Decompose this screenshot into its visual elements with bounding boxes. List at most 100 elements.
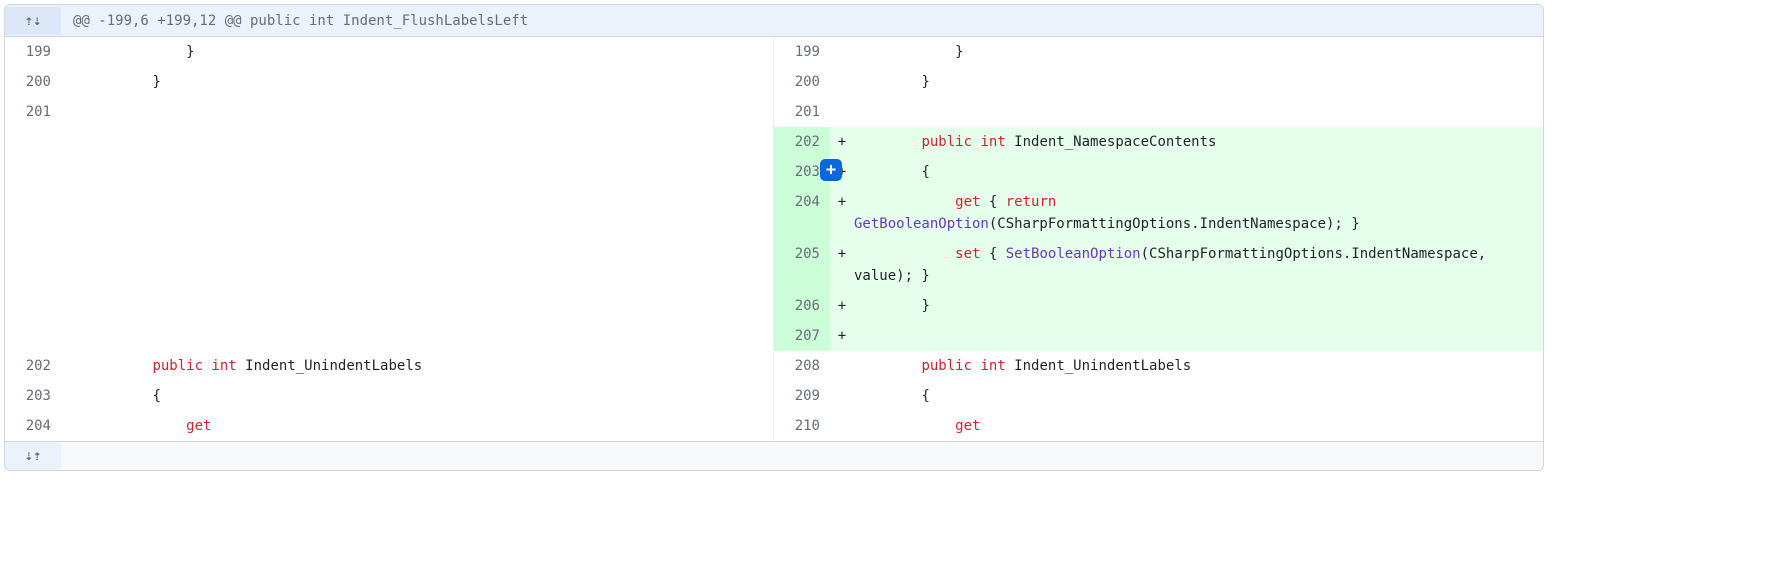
line-number-left[interactable] [5,157,61,187]
diff-marker [830,411,854,441]
left-side: 200 } [5,67,774,97]
line-number-right[interactable]: 202 [774,127,830,157]
diff-marker [830,67,854,97]
left-side [5,127,774,157]
right-side: 207+ [774,321,1543,351]
line-number-left[interactable]: 200 [5,67,61,97]
diff-row: 200 }200 } [5,67,1543,97]
line-number-left[interactable]: 199 [5,37,61,67]
code-content [854,97,1543,127]
code-content [85,239,773,291]
diff-row: 204 get210 get [5,411,1543,441]
code-content [85,127,773,157]
diff-container: ⇡⇣ @@ -199,6 +199,12 @@ public int Inden… [4,4,1544,471]
code-content: } [854,67,1543,97]
diff-marker [61,67,85,97]
code-content [854,321,1543,351]
code-content: public int Indent_UnindentLabels [854,351,1543,381]
diff-marker: + [830,239,854,291]
code-content: { [85,381,773,411]
line-number-left[interactable]: 203 [5,381,61,411]
code-content: set { SetBooleanOption(CSharpFormattingO… [854,239,1543,291]
diff-row: 203 {209 { [5,381,1543,411]
diff-marker [830,351,854,381]
line-number-right[interactable]: 205 [774,239,830,291]
right-side: 208 public int Indent_UnindentLabels [774,351,1543,381]
diff-marker [61,157,85,187]
diff-row: 202 public int Indent_UnindentLabels208 … [5,351,1543,381]
left-side [5,239,774,291]
expand-up-icon[interactable]: ⇡⇣ [5,7,61,35]
left-side: 203 { [5,381,774,411]
right-side: 210 get [774,411,1543,441]
diff-marker: + [830,321,854,351]
hunk-header-text: @@ -199,6 +199,12 @@ public int Indent_F… [61,7,540,35]
line-number-right[interactable]: 206 [774,291,830,321]
diff-marker [61,37,85,67]
left-side: 199 } [5,37,774,67]
right-side: 204+ get { return GetBooleanOption(CShar… [774,187,1543,239]
right-side: 205+ set { SetBooleanOption(CSharpFormat… [774,239,1543,291]
diff-marker [61,127,85,157]
right-side: 206+ } [774,291,1543,321]
code-content: public int Indent_UnindentLabels [85,351,773,381]
right-side: 201 [774,97,1543,127]
code-content: } [854,37,1543,67]
line-number-right[interactable]: 210 [774,411,830,441]
diff-row: 199 }199 } [5,37,1543,67]
line-number-left[interactable]: 202 [5,351,61,381]
diff-row: 201 201 [5,97,1543,127]
footer-fill [61,442,1543,470]
line-number-left[interactable] [5,187,61,239]
diff-marker: + [830,291,854,321]
code-content: } [85,67,773,97]
line-number-right[interactable]: 199 [774,37,830,67]
code-content: get [854,411,1543,441]
right-side: 200 } [774,67,1543,97]
line-number-left[interactable]: 204 [5,411,61,441]
line-number-left[interactable]: 201 [5,97,61,127]
line-number-right[interactable]: 208 [774,351,830,381]
line-number-right[interactable]: 200 [774,67,830,97]
code-content [85,291,773,321]
line-number-right[interactable]: 201 [774,97,830,127]
left-side: 204 get [5,411,774,441]
line-number-left[interactable] [5,239,61,291]
add-comment-button[interactable]: + [820,159,842,181]
line-number-left[interactable] [5,127,61,157]
diff-marker [61,239,85,291]
left-side [5,157,774,187]
left-side [5,321,774,351]
diff-row: 204+ get { return GetBooleanOption(CShar… [5,187,1543,239]
line-number-right[interactable]: 207 [774,321,830,351]
right-side: 202+ public int Indent_NamespaceContents [774,127,1543,157]
diff-marker [61,351,85,381]
diff-marker [61,291,85,321]
code-content [85,187,773,239]
code-content: { [854,157,1543,187]
line-number-left[interactable] [5,321,61,351]
diff-row: 206+ } [5,291,1543,321]
code-content: { [854,381,1543,411]
line-number-right[interactable]: 204 [774,187,830,239]
right-side: 209 { [774,381,1543,411]
line-number-left[interactable] [5,291,61,321]
diff-marker [61,97,85,127]
hunk-header: ⇡⇣ @@ -199,6 +199,12 @@ public int Inden… [5,5,1543,37]
diff-marker [830,97,854,127]
right-side: 203+ { [774,157,1543,187]
diff-marker: + [830,127,854,157]
code-content: public int Indent_NamespaceContents [854,127,1543,157]
diff-marker [61,321,85,351]
diff-marker: + [830,187,854,239]
diff-marker [830,381,854,411]
code-content: get [85,411,773,441]
code-content [85,321,773,351]
expand-down-icon[interactable]: ⇣⇡ [5,442,61,470]
line-number-right[interactable]: 209 [774,381,830,411]
right-side: 199 } [774,37,1543,67]
diff-marker [61,381,85,411]
code-content [85,157,773,187]
left-side [5,187,774,239]
left-side: 201 [5,97,774,127]
